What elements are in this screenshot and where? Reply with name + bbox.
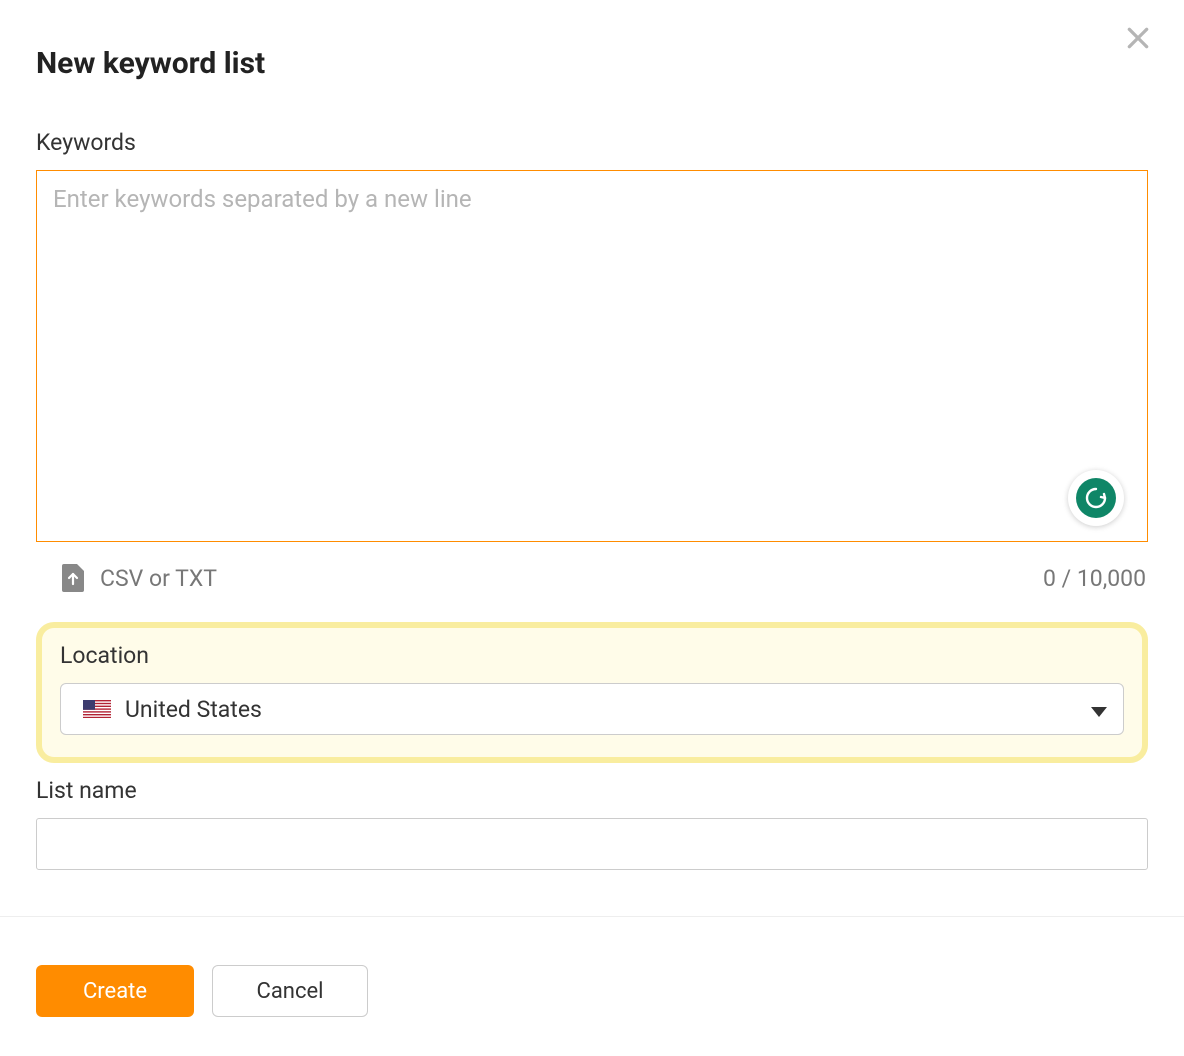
keywords-textarea-wrap — [36, 170, 1148, 546]
footer-actions: Create Cancel — [36, 965, 1148, 1017]
upload-file-button[interactable]: CSV or TXT — [62, 564, 217, 592]
location-select[interactable]: United States — [60, 683, 1124, 735]
upload-hint-text: CSV or TXT — [100, 565, 217, 592]
close-icon[interactable] — [1122, 22, 1154, 54]
page-title: New keyword list — [36, 46, 1148, 81]
create-button[interactable]: Create — [36, 965, 194, 1017]
location-section-highlight: Location United States — [36, 622, 1148, 763]
keywords-textarea[interactable] — [36, 170, 1148, 542]
upload-file-icon — [62, 564, 84, 592]
grammarly-inner-icon — [1076, 478, 1116, 518]
keywords-upload-row: CSV or TXT 0 / 10,000 — [36, 564, 1148, 592]
location-selected-value: United States — [125, 696, 262, 723]
keywords-label: Keywords — [36, 129, 1148, 156]
grammarly-badge-icon[interactable] — [1068, 470, 1124, 526]
chevron-down-icon — [1091, 696, 1107, 723]
list-name-label: List name — [36, 777, 1148, 804]
list-name-section: List name — [36, 777, 1148, 870]
keywords-section: Keywords — [36, 129, 1148, 592]
cancel-button[interactable]: Cancel — [212, 965, 368, 1017]
x-icon — [1125, 25, 1151, 51]
new-keyword-list-modal: New keyword list Keywords — [0, 0, 1184, 1056]
location-label: Location — [60, 642, 1124, 669]
list-name-input[interactable] — [36, 818, 1148, 870]
us-flag-icon — [83, 700, 111, 718]
keywords-counter: 0 / 10,000 — [1043, 565, 1146, 592]
footer-divider — [0, 916, 1184, 917]
